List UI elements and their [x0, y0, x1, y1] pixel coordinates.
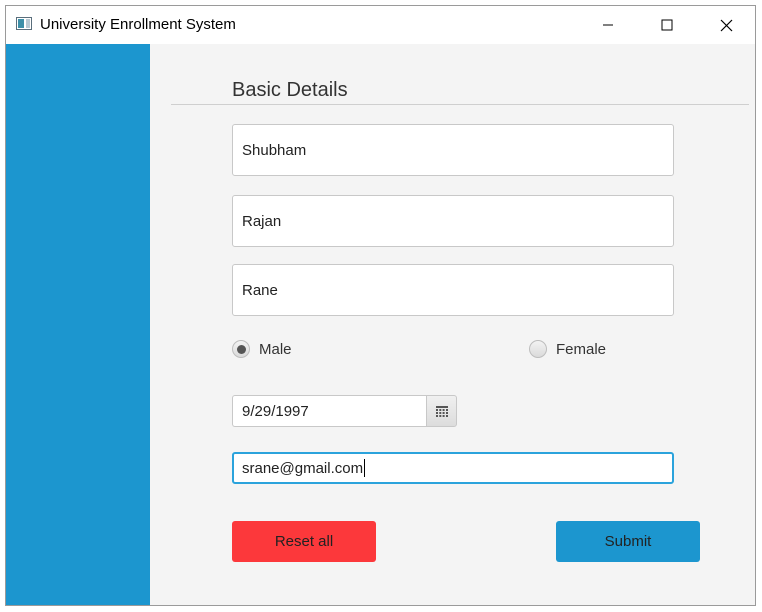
first-name-value: Shubham [242, 141, 307, 159]
radio-unselected-icon [529, 340, 547, 358]
email-field[interactable]: srane@gmail.com [232, 452, 674, 484]
reset-all-button[interactable]: Reset all [232, 521, 376, 562]
date-of-birth-value: 9/29/1997 [242, 402, 309, 420]
radio-label-female: Female [556, 340, 607, 358]
sidebar [6, 44, 150, 605]
calendar-icon [435, 405, 448, 417]
radio-dot [236, 344, 246, 354]
last-name-value: Rane [242, 281, 278, 299]
reset-all-label: Reset all [274, 533, 334, 550]
window-title: University Enrollment System [40, 16, 236, 33]
close-button[interactable] [697, 6, 755, 44]
gender-radio-female[interactable]: Female [529, 340, 606, 358]
section-divider [171, 104, 749, 105]
submit-button[interactable]: Submit [556, 521, 700, 562]
maximize-icon [661, 19, 673, 31]
email-value: srane@gmail.com [242, 459, 364, 477]
radio-selected-icon [232, 340, 250, 358]
title-bar[interactable]: University Enrollment System [6, 6, 755, 44]
text-caret [364, 459, 366, 477]
gender-radio-male[interactable]: Male [232, 340, 292, 358]
date-of-birth-field[interactable]: 9/29/1997 [232, 395, 426, 427]
section-title: Basic Details [232, 79, 348, 101]
app-window-icon [16, 17, 32, 30]
first-name-field[interactable]: Shubham [232, 124, 674, 176]
last-name-field[interactable]: Rane [232, 264, 674, 316]
close-icon [720, 19, 732, 31]
app-window: University Enrollment System Basic Detai… [5, 5, 756, 606]
minimize-button[interactable] [579, 6, 637, 44]
submit-label: Submit [604, 533, 652, 550]
middle-name-field[interactable]: Rajan [232, 195, 674, 247]
radio-label-male: Male [259, 340, 292, 358]
maximize-button[interactable] [638, 6, 696, 44]
minimize-icon [603, 24, 613, 26]
date-picker-button[interactable] [426, 395, 457, 427]
middle-name-value: Rajan [242, 212, 282, 230]
